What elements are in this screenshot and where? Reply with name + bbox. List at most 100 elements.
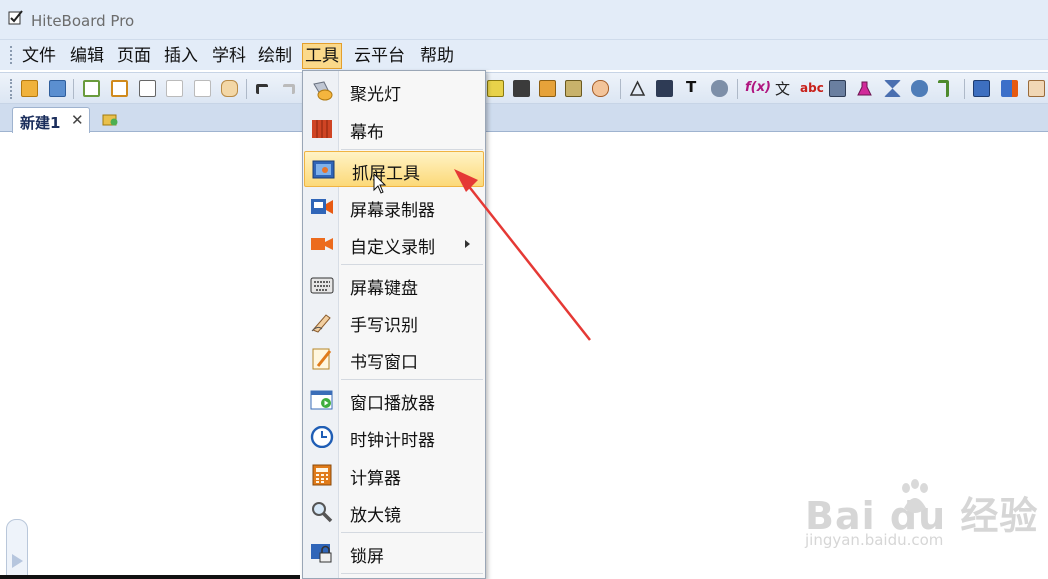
highlighter-icon[interactable] [565, 80, 582, 97]
menu-item-writing-window[interactable]: 书写窗口 [303, 341, 485, 377]
text-tool-icon[interactable]: T [686, 78, 696, 96]
new-page-icon[interactable] [83, 80, 100, 97]
tab-new-document[interactable]: 新建1 ✕ [12, 107, 90, 133]
eraser-icon[interactable] [592, 80, 609, 97]
delete-page-icon[interactable] [139, 80, 156, 97]
mouse-cursor-icon [373, 173, 387, 194]
toolbar-grip [10, 79, 13, 99]
add-tab-icon[interactable] [102, 112, 118, 126]
document-tabstrip: 新建1 ✕ [0, 104, 1048, 133]
bottom-border [0, 575, 300, 579]
menu-item-label: 窗口播放器 [350, 394, 435, 414]
tab-label: 新建1 [20, 114, 61, 132]
menu-item-label: 放大镜 [350, 506, 401, 526]
lock-screen-icon [311, 544, 332, 563]
menu-item-label: 手写识别 [350, 316, 418, 336]
menu-item-label: 聚光灯 [350, 85, 401, 105]
compass-icon[interactable] [711, 80, 728, 97]
menu-item-custom-record[interactable]: 自定义录制 [303, 226, 485, 262]
spotlight-icon [313, 81, 333, 101]
menu-tools[interactable]: 工具 [302, 43, 342, 69]
marker-icon[interactable] [513, 80, 530, 97]
screen-capture-toolbar-icon[interactable] [973, 80, 990, 97]
toolbar-separator [246, 79, 247, 99]
keyboard-icon [310, 277, 334, 294]
handwriting-recognition-icon [311, 314, 331, 333]
menubar-grip [10, 46, 13, 64]
menu-item-magnifier[interactable]: 放大镜 [303, 494, 485, 530]
toolbar-separator [964, 79, 965, 99]
menu-item-spotlight[interactable]: 聚光灯 [303, 73, 485, 109]
custom-record-icon [311, 238, 333, 250]
formula-icon[interactable]: f(x) [745, 80, 771, 95]
menu-item-screen-recorder[interactable]: 屏幕录制器 [303, 189, 485, 225]
triangle-shape-icon[interactable] [629, 80, 646, 97]
flask-icon[interactable] [856, 80, 873, 97]
menu-separator [341, 379, 483, 380]
menu-item-screen-keyboard[interactable]: 屏幕键盘 [303, 267, 485, 303]
menu-item-label: 屏幕键盘 [350, 279, 418, 299]
toolbar-separator [73, 79, 74, 99]
redo-icon[interactable] [283, 84, 295, 94]
menu-item-label: 自定义录制 [350, 238, 435, 258]
dna-icon[interactable] [884, 80, 901, 97]
toolbar: T f(x) 文 abc [0, 72, 1048, 104]
table-icon[interactable] [656, 80, 673, 97]
menu-separator [341, 573, 483, 574]
hand-pan-icon[interactable] [221, 80, 238, 97]
menu-item-label: 锁屏 [350, 547, 384, 567]
menu-item-label: 屏幕录制器 [350, 201, 435, 221]
brush-icon[interactable] [539, 80, 556, 97]
menu-page[interactable]: 页面 [115, 43, 153, 69]
menu-subject[interactable]: 学科 [210, 43, 248, 69]
insert-page-icon[interactable] [111, 80, 128, 97]
window-title: HiteBoard Pro [31, 12, 135, 30]
menu-separator [341, 149, 483, 150]
menu-item-label: 书写窗口 [350, 353, 418, 373]
menu-edit[interactable]: 编辑 [68, 43, 106, 69]
chemistry-apparatus-icon[interactable] [829, 80, 846, 97]
window-player-icon [310, 390, 333, 410]
submenu-arrow-icon [465, 240, 470, 248]
pen-tool-icon[interactable] [487, 80, 504, 97]
expand-arrow-icon [12, 554, 23, 568]
chinese-text-icon[interactable]: 文 [775, 78, 790, 99]
menu-help[interactable]: 帮助 [418, 43, 456, 69]
menu-separator [341, 532, 483, 533]
menu-item-window-player[interactable]: 窗口播放器 [303, 382, 485, 418]
menu-cloud-platform[interactable]: 云平台 [352, 43, 407, 69]
menu-bar: 文件 编辑 页面 插入 学科 绘制 工具 云平台 帮助 [0, 40, 1048, 70]
menu-item-handwriting-recognition[interactable]: 手写识别 [303, 304, 485, 340]
baidu-paw-icon [902, 479, 928, 513]
screen-capture-icon [312, 160, 335, 179]
screen-record-toolbar-icon[interactable] [1001, 80, 1018, 97]
calculator-icon [312, 464, 332, 486]
curtain-icon [312, 120, 332, 138]
menu-insert[interactable]: 插入 [162, 43, 200, 69]
writing-window-icon [312, 348, 332, 370]
menu-draw[interactable]: 绘制 [256, 43, 294, 69]
side-panel-toggle[interactable] [6, 519, 28, 579]
save-icon[interactable] [49, 80, 66, 97]
menu-item-calculator[interactable]: 计算器 [303, 457, 485, 493]
menu-item-label: 计算器 [350, 469, 401, 489]
pinyin-abc-icon[interactable]: abc [800, 81, 824, 95]
menu-item-curtain[interactable]: 幕布 [303, 111, 485, 147]
open-folder-icon[interactable] [21, 80, 38, 97]
menu-file[interactable]: 文件 [20, 43, 58, 69]
menu-item-label: 时钟计时器 [350, 431, 435, 451]
menu-separator [341, 264, 483, 265]
screen-recorder-icon [311, 199, 333, 214]
menu-item-label: 幕布 [350, 123, 384, 143]
music-note-icon[interactable] [938, 80, 949, 97]
handwriting-toolbar-icon[interactable] [1028, 80, 1045, 97]
close-icon[interactable]: ✕ [71, 111, 84, 129]
globe-icon[interactable] [911, 80, 928, 97]
undo-icon[interactable] [256, 84, 268, 94]
next-page-icon[interactable] [194, 80, 211, 97]
menu-item-lock-screen[interactable]: 锁屏 [303, 535, 485, 571]
menu-item-clock-timer[interactable]: 时钟计时器 [303, 419, 485, 455]
menu-item-screen-capture[interactable]: 抓屏工具 [304, 151, 484, 187]
toolbar-separator [620, 79, 621, 99]
prev-page-icon[interactable] [166, 80, 183, 97]
